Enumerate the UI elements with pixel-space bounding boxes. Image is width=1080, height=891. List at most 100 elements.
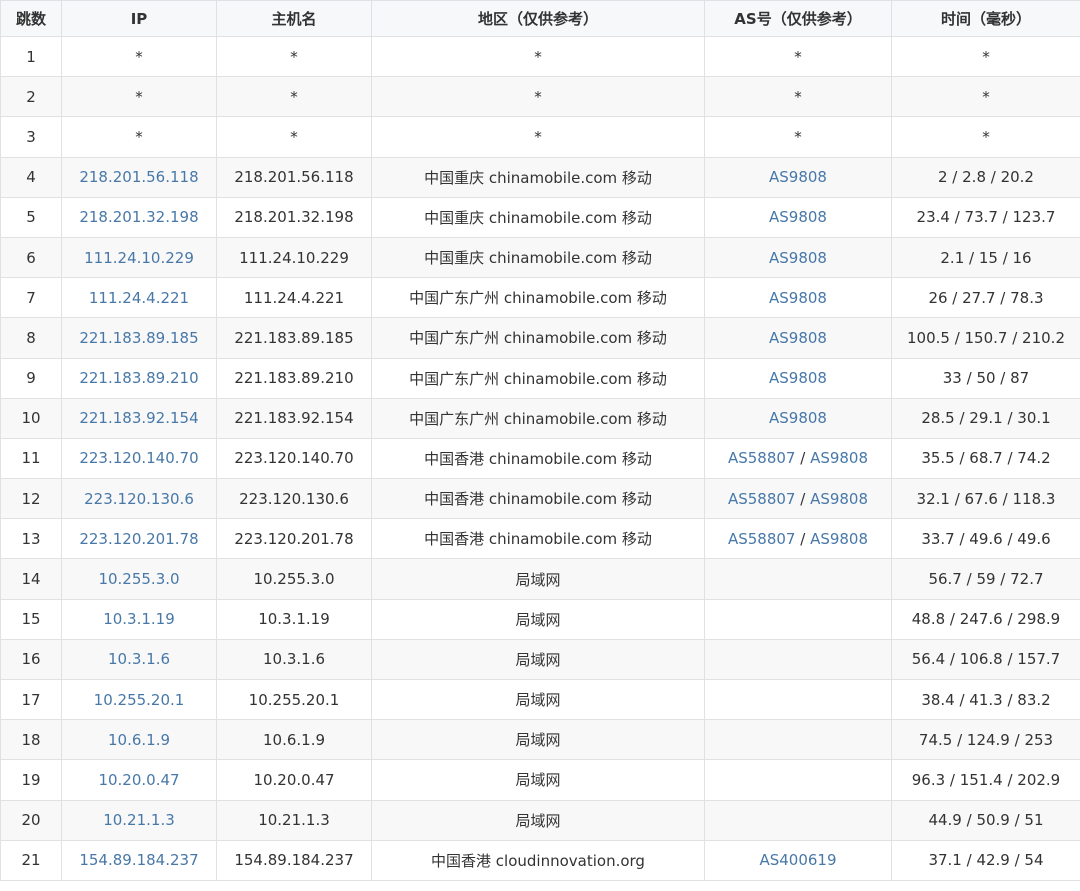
hostname-cell: 10.255.20.1 bbox=[216, 678, 372, 721]
hostname-cell: 10.3.1.19 bbox=[216, 598, 372, 640]
ip-cell-link[interactable]: 111.24.4.221 bbox=[89, 289, 189, 307]
table-row: 6 111.24.10.229 111.24.10.229 中国重庆 chinamob… bbox=[0, 236, 1080, 279]
ip-cell-link[interactable]: 10.3.1.19 bbox=[103, 610, 175, 628]
as-number-link[interactable]: AS400619 bbox=[759, 851, 836, 869]
hostname-cell: 221.183.89.210 bbox=[216, 357, 372, 399]
as-number-link[interactable]: AS58807 bbox=[728, 490, 796, 508]
ip-cell-link[interactable]: 221.183.89.185 bbox=[79, 329, 198, 347]
as-cell: AS58807 / AS9808 bbox=[704, 437, 892, 480]
region-cell: * bbox=[371, 76, 705, 118]
table-row: 17 10.255.20.1 10.255.20.1 局域网 38.4 / 41.3 /… bbox=[0, 678, 1080, 721]
as-number-link[interactable]: AS9808 bbox=[769, 409, 827, 427]
time-cell: * bbox=[891, 76, 1080, 118]
ip-cell: 223.120.201.78 bbox=[61, 518, 217, 560]
ip-cell-link[interactable]: 223.120.130.6 bbox=[84, 490, 194, 508]
time-cell: * bbox=[891, 35, 1080, 78]
ip-cell-link[interactable]: 10.21.1.3 bbox=[103, 811, 175, 829]
ip-cell-link[interactable]: 10.6.1.9 bbox=[108, 731, 170, 749]
ip-cell-link[interactable]: 10.3.1.6 bbox=[108, 650, 170, 668]
ip-cell: * bbox=[61, 76, 217, 118]
hop-cell: 17 bbox=[0, 678, 62, 721]
region-cell: * bbox=[371, 35, 705, 78]
ip-cell-link[interactable]: 221.183.92.154 bbox=[79, 409, 198, 427]
region-cell: 中国广东广州 chinamobile.com 移动 bbox=[371, 277, 705, 319]
hostname-cell: 221.183.92.154 bbox=[216, 397, 372, 439]
hostname-cell: * bbox=[216, 35, 372, 78]
table-row: 10 221.183.92.154 221.183.92.154 中国广东广州 chi… bbox=[0, 397, 1080, 439]
hostname-cell: * bbox=[216, 76, 372, 118]
as-number-link[interactable]: AS9808 bbox=[810, 490, 868, 508]
table-row: 3 * * * * * bbox=[0, 116, 1080, 158]
time-cell: 23.4 / 73.7 / 123.7 bbox=[891, 196, 1080, 238]
as-number-link[interactable]: AS9808 bbox=[769, 289, 827, 307]
ip-cell: 10.3.1.6 bbox=[61, 638, 217, 681]
ip-cell-link[interactable]: 10.20.0.47 bbox=[98, 771, 179, 789]
ip-cell: 221.183.89.185 bbox=[61, 317, 217, 359]
hostname-cell: 223.120.140.70 bbox=[216, 437, 372, 480]
time-cell: 100.5 / 150.7 / 210.2 bbox=[891, 317, 1080, 359]
as-number-link[interactable]: AS9808 bbox=[769, 249, 827, 267]
hostname-cell: 111.24.4.221 bbox=[216, 277, 372, 319]
table-row: 14 10.255.3.0 10.255.3.0 局域网 56.7 / 59 / 72.… bbox=[0, 558, 1080, 600]
ip-cell-link[interactable]: 10.255.3.0 bbox=[98, 570, 179, 588]
ip-cell: 223.120.130.6 bbox=[61, 478, 217, 520]
header-row: 跳数 IP 主机名 地区（仅供参考） AS号（仅供参考） 时间（毫秒） bbox=[0, 0, 1080, 37]
hop-cell: 8 bbox=[0, 317, 62, 359]
hop-cell: 2 bbox=[0, 76, 62, 118]
header-ip: IP bbox=[61, 0, 217, 37]
ip-cell: 154.89.184.237 bbox=[61, 839, 217, 881]
time-cell: 26 / 27.7 / 78.3 bbox=[891, 277, 1080, 319]
as-cell: AS9808 bbox=[704, 357, 892, 399]
as-cell bbox=[704, 558, 892, 600]
ip-cell: 10.3.1.19 bbox=[61, 598, 217, 640]
as-cell: AS58807 / AS9808 bbox=[704, 518, 892, 560]
hop-cell: 19 bbox=[0, 759, 62, 801]
time-cell: 32.1 / 67.6 / 118.3 bbox=[891, 478, 1080, 520]
ip-cell-link[interactable]: 154.89.184.237 bbox=[79, 851, 198, 869]
ip-cell-link[interactable]: 223.120.201.78 bbox=[79, 530, 198, 548]
ip-cell: 10.255.3.0 bbox=[61, 558, 217, 600]
as-cell: AS400619 bbox=[704, 839, 892, 881]
header-as-number: AS号（仅供参考） bbox=[704, 0, 892, 37]
ip-cell-link[interactable]: 221.183.89.210 bbox=[79, 369, 198, 387]
as-number-link[interactable]: AS9808 bbox=[769, 369, 827, 387]
as-cell bbox=[704, 638, 892, 681]
region-cell: 中国香港 chinamobile.com 移动 bbox=[371, 437, 705, 480]
time-cell: 28.5 / 29.1 / 30.1 bbox=[891, 397, 1080, 439]
ip-cell: 221.183.92.154 bbox=[61, 397, 217, 439]
hop-cell: 9 bbox=[0, 357, 62, 399]
as-number-link[interactable]: AS9808 bbox=[810, 530, 868, 548]
ip-cell-link[interactable]: 111.24.10.229 bbox=[84, 249, 194, 267]
table-row: 5 218.201.32.198 218.201.32.198 中国重庆 chinam… bbox=[0, 196, 1080, 238]
hop-cell: 6 bbox=[0, 236, 62, 279]
hostname-cell: * bbox=[216, 116, 372, 158]
table-row: 13 223.120.201.78 223.120.201.78 中国香港 china… bbox=[0, 518, 1080, 560]
as-number-link[interactable]: AS9808 bbox=[769, 329, 827, 347]
table-row: 4 218.201.56.118 218.201.56.118 中国重庆 chinam… bbox=[0, 156, 1080, 198]
ip-cell-link[interactable]: 218.201.32.198 bbox=[79, 208, 198, 226]
hop-cell: 11 bbox=[0, 437, 62, 480]
time-cell: 48.8 / 247.6 / 298.9 bbox=[891, 598, 1080, 640]
hostname-cell: 223.120.130.6 bbox=[216, 478, 372, 520]
ip-cell-link[interactable]: 223.120.140.70 bbox=[79, 449, 198, 467]
as-cell: AS9808 bbox=[704, 236, 892, 279]
ip-cell-link[interactable]: 218.201.56.118 bbox=[79, 168, 198, 186]
table-row: 15 10.3.1.19 10.3.1.19 局域网 48.8 / 247.6 / 29… bbox=[0, 598, 1080, 640]
as-cell: AS9808 bbox=[704, 277, 892, 319]
region-cell: 局域网 bbox=[371, 638, 705, 681]
as-number-link[interactable]: AS9808 bbox=[810, 449, 868, 467]
as-number-link[interactable]: AS58807 bbox=[728, 530, 796, 548]
ip-cell-link[interactable]: 10.255.20.1 bbox=[94, 691, 185, 709]
as-number-link[interactable]: AS9808 bbox=[769, 208, 827, 226]
as-number-link[interactable]: AS58807 bbox=[728, 449, 796, 467]
hostname-cell: 218.201.32.198 bbox=[216, 196, 372, 238]
region-cell: 中国广东广州 chinamobile.com 移动 bbox=[371, 397, 705, 439]
region-cell: 中国香港 chinamobile.com 移动 bbox=[371, 478, 705, 520]
as-number-link[interactable]: AS9808 bbox=[769, 168, 827, 186]
table-row: 19 10.20.0.47 10.20.0.47 局域网 96.3 / 151.4 / … bbox=[0, 759, 1080, 801]
hostname-cell: 154.89.184.237 bbox=[216, 839, 372, 881]
traceroute-table: 跳数 IP 主机名 地区（仅供参考） AS号（仅供参考） 时间（毫秒） 1 * * *… bbox=[0, 0, 1080, 881]
table-row: 18 10.6.1.9 10.6.1.9 局域网 74.5 / 124.9 / 253 bbox=[0, 719, 1080, 761]
hop-cell: 10 bbox=[0, 397, 62, 439]
header-hop: 跳数 bbox=[0, 0, 62, 37]
